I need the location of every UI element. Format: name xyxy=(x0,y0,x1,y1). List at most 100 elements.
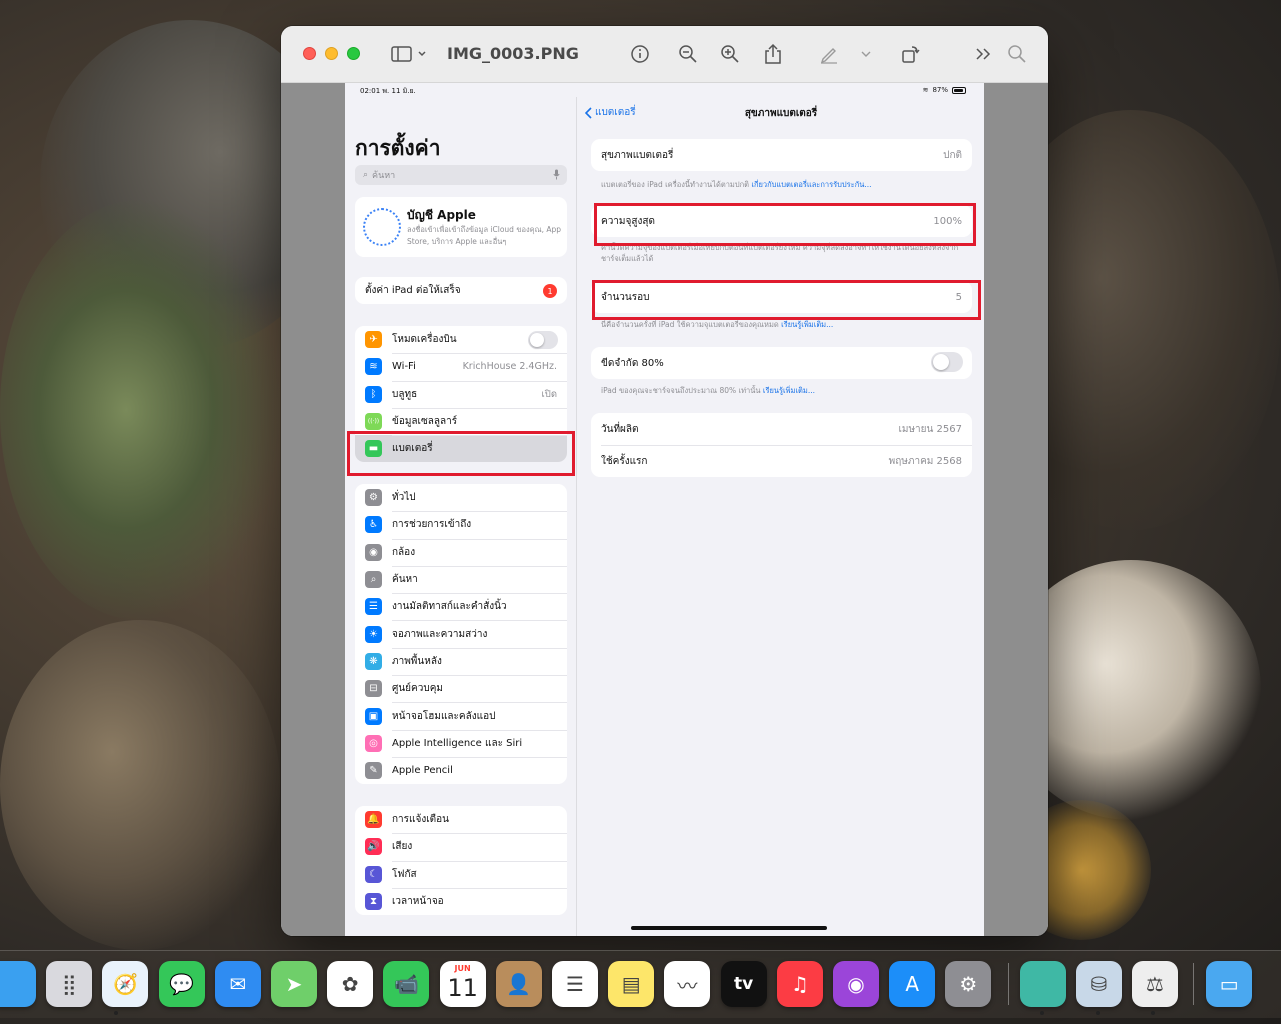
cycle-count-note: นี่คือจำนวนครั้งที่ iPad ใช้ความจุแบตเตอ… xyxy=(601,320,834,329)
warranty-link[interactable]: เกี่ยวกับแบตเตอรี่และการรับประกัน... xyxy=(751,180,871,189)
limit-learn-more-link[interactable]: เรียนรู้เพิ่มเติม... xyxy=(763,386,815,395)
battery-percent: 87% xyxy=(932,86,948,94)
sidebar-item-accessibility[interactable]: ♿ การช่วยการเข้าถึง xyxy=(355,511,567,538)
airplane-mode-toggle[interactable] xyxy=(528,331,558,349)
home-screen-icon: ▣ xyxy=(365,707,382,725)
running-indicator xyxy=(1096,1011,1100,1015)
charge-limit-row: ขีดจำกัด 80% xyxy=(591,347,972,379)
battery-status-icon xyxy=(952,86,966,94)
sidebar-item-screen-time[interactable]: ⧗ เวลาหน้าจอ xyxy=(355,887,567,915)
launchpad-icon[interactable]: ⣿ xyxy=(46,961,93,1007)
sidebar-item-siri[interactable]: ◎ Apple Intelligence และ Siri xyxy=(355,729,567,757)
settings-group-notifications: 🔔 การแจ้งเตือน 🔊 เสียง ☾ โฟกัส ⧗ เวลาหน้าจอ xyxy=(355,806,567,916)
cycle-learn-more-link[interactable]: เรียนรู้เพิ่มเติม... xyxy=(781,320,833,329)
reminders-icon[interactable]: ☰ xyxy=(552,961,598,1007)
first-use-row: ใช้ครั้งแรก พฤษภาคม 2568 xyxy=(591,445,972,477)
rotate-icon[interactable] xyxy=(898,42,922,66)
document-canvas: 02:01 พ. 11 มิ.ย. ≋ 87% การตั้งค่า ⌕ ค้น… xyxy=(281,83,1048,936)
zoom-button[interactable] xyxy=(347,47,360,60)
close-button[interactable] xyxy=(303,47,316,60)
sidebar-item-multitasking[interactable]: ☰ งานมัลติทาสก์และคำสั่งนิ้ว xyxy=(355,593,567,620)
sidebar-item-notification[interactable]: 🔔 การแจ้งเตือน xyxy=(355,806,567,833)
downloads-folder-icon[interactable]: ▭ xyxy=(1206,961,1253,1007)
more-tools-icon[interactable] xyxy=(973,42,995,66)
sidebar-item-sound[interactable]: 🔊 เสียง xyxy=(355,833,567,860)
sidebar-item-cellular[interactable]: ((·)) ข้อมูลเซลลูลาร์ xyxy=(355,407,567,435)
camera-icon: ◉ xyxy=(365,543,382,561)
sidebar-item-camera[interactable]: ◉ กล้อง xyxy=(355,538,567,566)
music-icon[interactable]: ♫ xyxy=(776,961,823,1007)
minimize-button[interactable] xyxy=(325,47,338,60)
status-date: พ. 11 มิ.ย. xyxy=(382,87,416,95)
sidebar-item-gear[interactable]: ⚙ ทั่วไป xyxy=(355,484,567,511)
markup-pen-icon[interactable] xyxy=(817,42,841,66)
plugin-scan-icon[interactable] xyxy=(1019,961,1066,1007)
contacts-icon[interactable]: 👤 xyxy=(495,961,542,1007)
sidebar-item-wifi[interactable]: ≋ Wi-Fi KrichHouse 2.4GHz. xyxy=(355,353,567,380)
sidebar-item-label: งานมัลติทาสก์และคำสั่งนิ้ว xyxy=(392,601,507,613)
sidebar-item-value: เปิด xyxy=(541,388,557,400)
zoom-out-icon[interactable] xyxy=(676,42,700,66)
messages-icon[interactable]: 💬 xyxy=(158,961,205,1007)
app-store-icon[interactable]: A xyxy=(889,961,936,1007)
disk-utility-icon[interactable]: ⛁ xyxy=(1075,961,1122,1007)
share-icon[interactable] xyxy=(761,42,785,66)
notes-icon[interactable]: ▤ xyxy=(608,961,655,1007)
maps-icon[interactable]: ➤ xyxy=(271,961,317,1007)
maximum-capacity-note: ค่านี้วัดความจุของแบตเตอรี่เมื่อเทียบกับ… xyxy=(601,243,959,263)
sidebar-item-label: โฟกัส xyxy=(392,868,417,880)
sidebar-item-airplane[interactable]: ✈ โหมดเครื่องบิน xyxy=(355,326,567,353)
sidebar-toggle-icon[interactable] xyxy=(389,42,429,66)
apple-account-card[interactable]: บัญชี Apple ลงชื่อเข้าเพื่อเข้าถึงข้อมูล… xyxy=(355,197,567,257)
finish-setup-row[interactable]: ตั้งค่า iPad ต่อให้เสร็จ 1 xyxy=(355,277,567,304)
archive-utility-icon[interactable]: ⚖ xyxy=(1132,961,1178,1007)
sound-icon: 🔊 xyxy=(365,838,382,856)
toolbar-search-icon[interactable] xyxy=(1006,42,1028,66)
charge-limit-toggle[interactable] xyxy=(931,352,963,372)
settings-group-connectivity: ✈ โหมดเครื่องบิน ≋ Wi-Fi KrichHouse 2.4GHz. ᛒ… xyxy=(355,326,567,463)
sidebar-item-label: โหมดเครื่องบิน xyxy=(392,334,457,346)
finder-icon[interactable] xyxy=(0,961,36,1007)
podcasts-icon[interactable]: ◉ xyxy=(833,961,879,1007)
sidebar-item-bluetooth[interactable]: ᛒ บลูทูธ เปิด xyxy=(355,380,567,408)
battery-icon: ▬ xyxy=(365,440,382,458)
system-settings-icon[interactable]: ⚙ xyxy=(945,961,992,1007)
running-indicator xyxy=(1151,1011,1155,1015)
facetime-icon[interactable]: 📹 xyxy=(383,961,430,1007)
window-controls xyxy=(303,47,360,60)
sidebar-item-focus[interactable]: ☾ โฟกัส xyxy=(355,860,567,888)
charge-limit-card: ขีดจำกัด 80% xyxy=(591,347,972,379)
calendar-icon[interactable]: JUN 11 xyxy=(439,961,486,1007)
info-icon[interactable] xyxy=(628,42,652,66)
title-bar: IMG_0003.PNG xyxy=(281,26,1048,83)
calendar-day: 11 xyxy=(447,974,478,1002)
microphone-icon[interactable] xyxy=(553,169,560,183)
maximum-capacity-row: ความจุสูงสุด 100% xyxy=(591,205,972,237)
sidebar-item-pencil[interactable]: ✎ Apple Pencil xyxy=(355,756,567,784)
sidebar-item-wallpaper[interactable]: ❋ ภาพพื้นหลัง xyxy=(355,647,567,675)
sidebar-item-label: Apple Intelligence และ Siri xyxy=(392,737,523,749)
dock-separator xyxy=(1193,963,1194,1005)
apple-tv-icon[interactable]: tv xyxy=(720,961,767,1007)
ipad-status-bar: 02:01 พ. 11 มิ.ย. ≋ 87% xyxy=(345,83,984,97)
maximum-capacity-label: ความจุสูงสุด xyxy=(601,215,655,227)
cycle-count-card: จำนวนรอบ 5 xyxy=(591,281,972,313)
sidebar-item-label: จอภาพและความสว่าง xyxy=(392,628,488,640)
sidebar-item-search[interactable]: ⌕ ค้นหา xyxy=(355,565,567,593)
sidebar-item-brightness[interactable]: ☀ จอภาพและความสว่าง xyxy=(355,620,567,647)
sidebar-item-battery[interactable]: ▬ แบตเตอรี่ xyxy=(355,435,567,463)
sidebar-item-home-screen[interactable]: ▣ หน้าจอโฮมและคลังแอป xyxy=(355,702,567,729)
search-placeholder: ค้นหา xyxy=(372,171,396,181)
mail-icon[interactable]: ✉ xyxy=(214,961,261,1007)
running-indicator xyxy=(1040,1011,1044,1015)
safari-icon[interactable]: 🧭 xyxy=(102,961,149,1007)
freeform-icon[interactable]: 〰 xyxy=(664,961,711,1007)
battery-dates-card: วันที่ผลิต เมษายน 2567 ใช้ครั้งแรก พฤษภา… xyxy=(591,413,972,477)
cycle-count-label: จำนวนรอบ xyxy=(601,291,650,303)
sidebar-item-control-center[interactable]: ⊟ ศูนย์ควบคุม xyxy=(355,675,567,702)
sidebar-search-field[interactable]: ⌕ ค้นหา xyxy=(355,165,567,185)
photos-icon[interactable]: ✿ xyxy=(327,961,374,1007)
chevron-down-icon[interactable] xyxy=(859,42,873,66)
zoom-in-icon[interactable] xyxy=(718,42,742,66)
maximum-capacity-card: ความจุสูงสุด 100% xyxy=(591,205,972,237)
